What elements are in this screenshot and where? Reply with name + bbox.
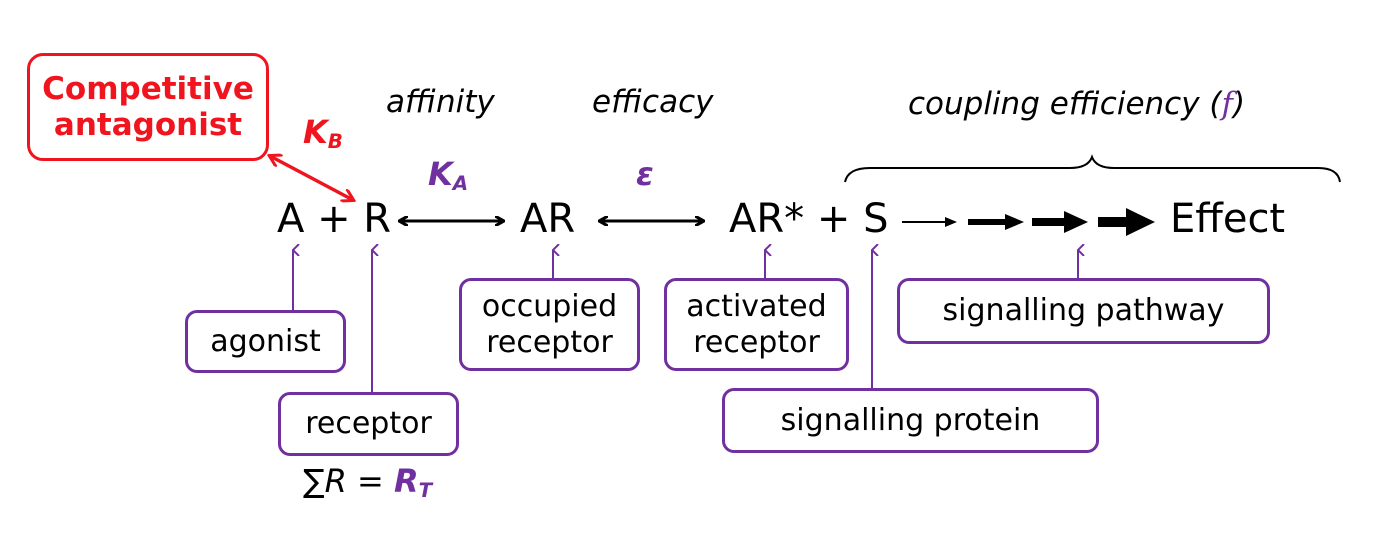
- agonist-plus-receptor: A + R: [277, 196, 392, 242]
- coupling-brace: [844, 154, 1341, 183]
- activated-receptor-plus-signal: AR* + S: [729, 196, 889, 242]
- total-receptor-equation: ∑R = RT: [303, 462, 433, 502]
- kb-label: KB: [303, 113, 343, 153]
- antagonist-line1: Competitive: [42, 71, 254, 107]
- coupling-symbol: f: [1221, 86, 1233, 122]
- kb-double-arrow: [270, 156, 353, 200]
- signalling-pathway-box: signalling pathway: [897, 278, 1270, 344]
- receptor-pharmacology-diagram: Competitive antagonist KB affinity effica…: [0, 0, 1384, 542]
- signal-arrows: [902, 208, 1155, 236]
- agonist-box: agonist: [185, 310, 346, 373]
- rt-symbol: RT: [393, 462, 433, 502]
- coupling-efficiency-label: coupling efficiency (f): [908, 86, 1246, 122]
- effect-label: Effect: [1170, 196, 1286, 242]
- signalling-protein-box: signalling protein: [722, 388, 1099, 453]
- occupied-receptor-box: occupied receptor: [459, 278, 640, 371]
- ka-label: KA: [428, 155, 469, 195]
- efficacy-label: efficacy: [592, 84, 714, 120]
- affinity-label: affinity: [386, 84, 495, 120]
- competitive-antagonist-box: Competitive antagonist: [27, 53, 269, 161]
- epsilon-label: ε: [636, 155, 654, 193]
- activated-receptor-box: activated receptor: [664, 278, 849, 371]
- antagonist-line2: antagonist: [53, 107, 243, 143]
- receptor-box: receptor: [278, 392, 459, 456]
- occupied-receptor-symbol: AR: [520, 196, 576, 242]
